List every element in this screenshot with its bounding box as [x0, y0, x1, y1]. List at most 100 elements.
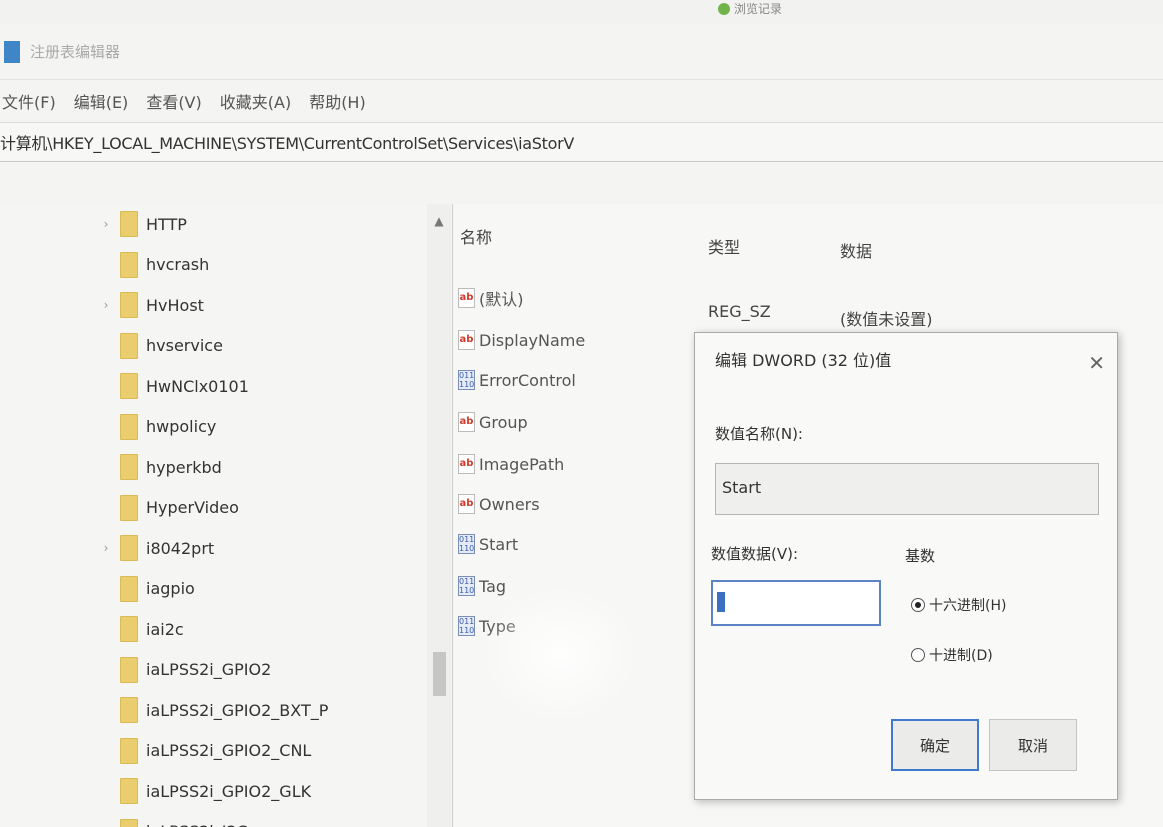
chevron-right-icon[interactable]: ›: [100, 541, 112, 555]
browser-icon: [718, 2, 730, 15]
menu-bar: 文件(F) 编辑(E) 查看(V) 收藏夹(A) 帮助(H): [0, 80, 1163, 122]
menu-help[interactable]: 帮助(H): [307, 85, 368, 117]
radio-dec[interactable]: [911, 648, 925, 662]
value-row[interactable]: ab DisplayName: [458, 330, 585, 350]
folder-icon: [120, 575, 138, 602]
folder-icon: [120, 818, 138, 827]
folder-icon: [120, 656, 138, 683]
tree-item-label: iaLPSS2i_GPIO2_BXT_P: [146, 700, 329, 720]
binary-value-icon: 011 110: [458, 616, 475, 636]
value-data-input[interactable]: [711, 580, 881, 626]
tree-item[interactable]: iaLPSS2i_GPIO2_GLK: [100, 771, 328, 812]
title-bar: 注册表编辑器: [0, 24, 1163, 80]
tree-item[interactable]: iaLPSS2i_I2C: [100, 812, 328, 827]
close-icon[interactable]: ✕: [1088, 351, 1105, 375]
column-header-type[interactable]: 类型: [708, 234, 740, 258]
folder-icon: [120, 616, 138, 643]
tree-item-label: HTTP: [146, 214, 187, 234]
string-value-icon: ab: [458, 330, 475, 350]
menu-edit[interactable]: 编辑(E): [72, 85, 131, 117]
value-row[interactable]: 011 110 Tag: [458, 576, 506, 596]
tree-item[interactable]: iai2c: [100, 609, 328, 650]
background-tab-title: 浏览记录: [734, 2, 783, 16]
tree-item[interactable]: › HvHost: [100, 285, 328, 326]
tree-item-label: iaLPSS2i_GPIO2_GLK: [146, 781, 312, 801]
folder-icon: [120, 251, 138, 278]
folder-icon: [120, 697, 138, 724]
value-name-field[interactable]: Start: [715, 463, 1099, 515]
tree-item[interactable]: › HTTP: [100, 204, 328, 245]
tree-item[interactable]: iaLPSS2i_GPIO2_CNL: [100, 731, 328, 772]
tree-item[interactable]: iagpio: [100, 569, 328, 610]
folder-icon: [120, 737, 138, 764]
value-row[interactable]: 011 110 Start: [458, 534, 518, 554]
value-type-default: REG_SZ: [708, 302, 771, 321]
chevron-right-icon[interactable]: ›: [100, 217, 112, 231]
tree-item-label: iagpio: [146, 579, 195, 599]
value-row[interactable]: ab (默认): [458, 286, 524, 310]
menu-favorites[interactable]: 收藏夹(A): [218, 85, 293, 117]
value-row[interactable]: 011 110 ErrorControl: [458, 370, 576, 390]
radio-hex-option[interactable]: 十六进制(H): [911, 595, 1006, 615]
value-name: Start: [479, 534, 519, 554]
menu-file[interactable]: 文件(F): [0, 85, 58, 117]
cancel-button[interactable]: 取消: [989, 719, 1077, 771]
folder-icon: [120, 535, 138, 562]
tree-item-label: HwNClx0101: [146, 376, 249, 396]
string-value-icon: ab: [458, 454, 475, 474]
background-window-strip: 浏览记录: [0, 0, 1163, 24]
binary-value-icon: 011 110: [458, 370, 475, 390]
folder-icon: [120, 778, 138, 805]
ok-button[interactable]: 确定: [891, 719, 979, 771]
address-bar[interactable]: 计算机\HKEY_LOCAL_MACHINE\SYSTEM\CurrentCon…: [0, 122, 1163, 162]
value-row[interactable]: ab Owners: [458, 494, 540, 514]
chevron-right-icon[interactable]: ›: [100, 298, 112, 312]
scroll-thumb[interactable]: [433, 652, 446, 696]
value-data-label: 数值数据(V):: [711, 545, 799, 563]
value-row[interactable]: 011 110 Type: [458, 616, 516, 636]
key-tree: › HTTP hvcrash › HvHost hvservice HwNClx0101 hw…: [100, 204, 328, 827]
radio-dec-option[interactable]: 十进制(D): [911, 645, 993, 665]
tree-item[interactable]: hwpolicy: [100, 407, 328, 448]
tree-item[interactable]: HwNClx0101: [100, 366, 328, 407]
window-title: 注册表编辑器: [30, 43, 121, 61]
tree-item[interactable]: › i8042prt: [100, 528, 328, 569]
address-path[interactable]: 计算机\HKEY_LOCAL_MACHINE\SYSTEM\CurrentCon…: [0, 130, 574, 154]
tree-item-label: i8042prt: [146, 538, 215, 558]
value-name: DisplayName: [479, 330, 586, 350]
background-tab[interactable]: 浏览记录: [718, 0, 782, 17]
binary-value-icon: 011 110: [458, 534, 475, 554]
key-tree-pane: › HTTP hvcrash › HvHost hvservice HwNClx0101 hw…: [0, 204, 453, 827]
value-name-label: 数值名称(N):: [715, 425, 803, 443]
tree-item[interactable]: hvcrash: [100, 245, 328, 286]
tree-item-label: iaLPSS2i_GPIO2: [146, 660, 272, 680]
tree-item[interactable]: iaLPSS2i_GPIO2: [100, 650, 328, 691]
radio-hex[interactable]: [911, 598, 925, 612]
tree-item[interactable]: hyperkbd: [100, 447, 328, 488]
tree-item-label: hwpolicy: [146, 417, 217, 437]
tree-item-label: hvservice: [146, 336, 223, 356]
value-name: ErrorControl: [479, 370, 576, 390]
tree-item-label: HvHost: [146, 295, 204, 315]
folder-icon: [120, 292, 138, 319]
string-value-icon: ab: [458, 288, 475, 308]
column-header-data[interactable]: 数据: [840, 238, 872, 262]
regedit-app-icon: [4, 40, 20, 63]
tree-scrollbar[interactable]: ▲: [427, 204, 451, 827]
edit-dword-dialog: 编辑 DWORD (32 位)值 ✕ 数值名称(N): Start 数值数据(V…: [694, 332, 1118, 800]
value-row[interactable]: ab ImagePath: [458, 454, 564, 474]
tree-item[interactable]: iaLPSS2i_GPIO2_BXT_P: [100, 690, 328, 731]
column-header-name[interactable]: 名称: [460, 224, 492, 248]
tree-item[interactable]: HyperVideo: [100, 488, 328, 529]
radio-dec-label: 十进制(D): [929, 648, 993, 664]
scroll-up-icon[interactable]: ▲: [427, 204, 451, 228]
value-name: (默认): [479, 290, 524, 309]
menu-view[interactable]: 查看(V): [144, 85, 203, 117]
value-name: ImagePath: [479, 454, 565, 474]
value-row[interactable]: ab Group: [458, 412, 528, 432]
radio-hex-label: 十六进制(H): [929, 598, 1007, 614]
string-value-icon: ab: [458, 494, 475, 514]
tree-item-label: iaLPSS2i_GPIO2_CNL: [146, 741, 312, 761]
tree-item[interactable]: hvservice: [100, 326, 328, 367]
tree-item-label: iai2c: [146, 619, 184, 639]
